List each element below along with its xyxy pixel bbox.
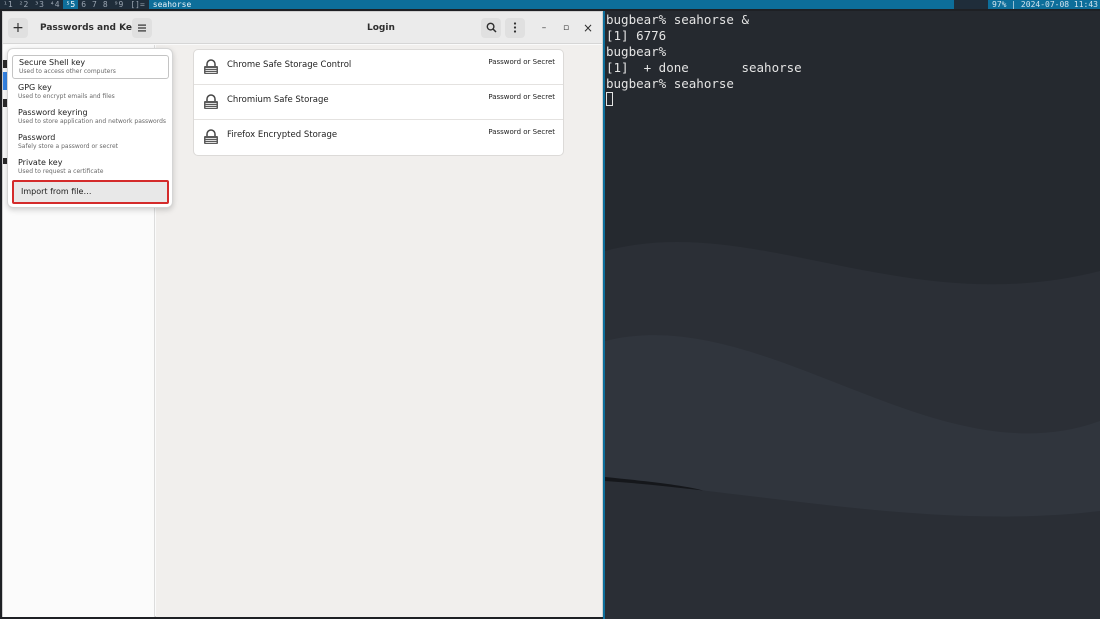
workspace-2[interactable]: ²2: [16, 0, 32, 9]
search-icon: [486, 22, 497, 33]
workspace-1[interactable]: ¹1: [0, 0, 16, 9]
close-button[interactable]: ×: [578, 18, 598, 38]
menu-item-title: Password keyring: [18, 108, 88, 117]
add-popover-menu: Secure Shell key Used to access other co…: [7, 48, 173, 208]
workspace-7[interactable]: 7: [89, 0, 100, 9]
item-type: Password or Secret: [488, 58, 555, 66]
content-area: Chrome Safe Storage Control Password or …: [156, 45, 602, 617]
menu-item-password-keyring[interactable]: Password keyring Used to store applicati…: [12, 106, 169, 130]
safe-lock-icon: [204, 59, 218, 74]
minimize-icon: –: [541, 23, 547, 33]
menu-item-subtitle: Used to encrypt emails and files: [18, 93, 115, 100]
header-bar: + Passwords and Keys Login – ▫ ×: [3, 12, 602, 44]
maximize-button[interactable]: ▫: [556, 18, 576, 38]
safe-lock-icon: [204, 129, 218, 144]
menu-item-title: Password: [18, 133, 56, 142]
menu-item-ssh-key[interactable]: Secure Shell key Used to access other co…: [12, 55, 169, 79]
terminal-line: bugbear% seahorse &: [606, 12, 749, 27]
hamburger-icon: [138, 24, 146, 32]
menu-item-subtitle: Used to store application and network pa…: [18, 118, 167, 125]
main-menu-button[interactable]: [132, 18, 152, 38]
list-item[interactable]: Chrome Safe Storage Control Password or …: [194, 50, 563, 85]
workspace-8[interactable]: 8: [100, 0, 111, 9]
menu-item-private-key[interactable]: Private key Used to request a certificat…: [12, 156, 169, 180]
workspace-5[interactable]: ⁵5: [62, 0, 79, 9]
menu-item-subtitle: Used to access other computers: [19, 68, 116, 75]
terminal-line: bugbear% seahorse: [606, 76, 734, 91]
item-name: Firefox Encrypted Storage: [227, 130, 338, 140]
menu-item-password[interactable]: Password Safely store a password or secr…: [12, 131, 169, 155]
menu-item-title: Import from file…: [21, 187, 92, 196]
item-name: Chrome Safe Storage Control: [227, 60, 352, 70]
menu-item-title: GPG key: [18, 83, 52, 92]
list-item[interactable]: Chromium Safe Storage Password or Secret: [194, 85, 563, 120]
terminal-window[interactable]: bugbear% seahorse & [1] 6776 bugbear% [1] +…: [605, 11, 1100, 619]
close-icon: ×: [582, 21, 594, 35]
menu-item-gpg-key[interactable]: GPG key Used to encrypt emails and files: [12, 81, 169, 105]
terminal-line: [1] 6776: [606, 28, 667, 43]
minimize-button[interactable]: –: [534, 18, 554, 38]
item-type: Password or Secret: [488, 128, 555, 136]
top-status-bar: ¹1 ²2 ³3 ⁴4 ⁵5 6 7 8 ⁹9 []= seahorse 97% | 2024-07…: [0, 0, 1100, 9]
app-title: Passwords and Keys: [40, 23, 144, 33]
workspace-9[interactable]: ⁹9: [111, 0, 127, 9]
terminal-cursor: [606, 92, 613, 106]
item-type: Password or Secret: [488, 93, 555, 101]
menu-item-subtitle: Safely store a password or secret: [18, 143, 119, 150]
secrets-list: Chrome Safe Storage Control Password or …: [193, 49, 564, 156]
item-name: Chromium Safe Storage: [227, 95, 329, 105]
terminal-line: [1] + done seahorse: [606, 60, 802, 75]
menu-item-title: Private key: [18, 158, 63, 167]
terminal-output: bugbear% seahorse & [1] 6776 bugbear% [1] +…: [606, 12, 802, 108]
search-button[interactable]: [481, 18, 501, 38]
safe-lock-icon: [204, 94, 218, 109]
workspace-6[interactable]: 6: [78, 0, 89, 9]
vertical-dots-icon: [513, 22, 517, 33]
workspace-3[interactable]: ³3: [31, 0, 47, 9]
layout-indicator[interactable]: []=: [126, 0, 148, 9]
menu-item-import-from-file[interactable]: Import from file…: [12, 180, 169, 204]
status-text: 97% | 2024-07-08 11:43: [988, 0, 1100, 9]
menu-item-subtitle: Used to request a certificate: [18, 168, 104, 175]
page-title: Login: [367, 23, 395, 33]
maximize-icon: ▫: [562, 23, 570, 33]
add-button[interactable]: +: [8, 18, 28, 38]
plus-icon: +: [12, 20, 24, 36]
workspace-4[interactable]: ⁴4: [47, 0, 63, 9]
list-item[interactable]: Firefox Encrypted Storage Password or Se…: [194, 120, 563, 155]
menu-item-title: Secure Shell key: [19, 58, 86, 67]
terminal-line: bugbear%: [606, 44, 667, 59]
focused-window-title: seahorse: [148, 0, 954, 9]
more-options-button[interactable]: [505, 18, 525, 38]
